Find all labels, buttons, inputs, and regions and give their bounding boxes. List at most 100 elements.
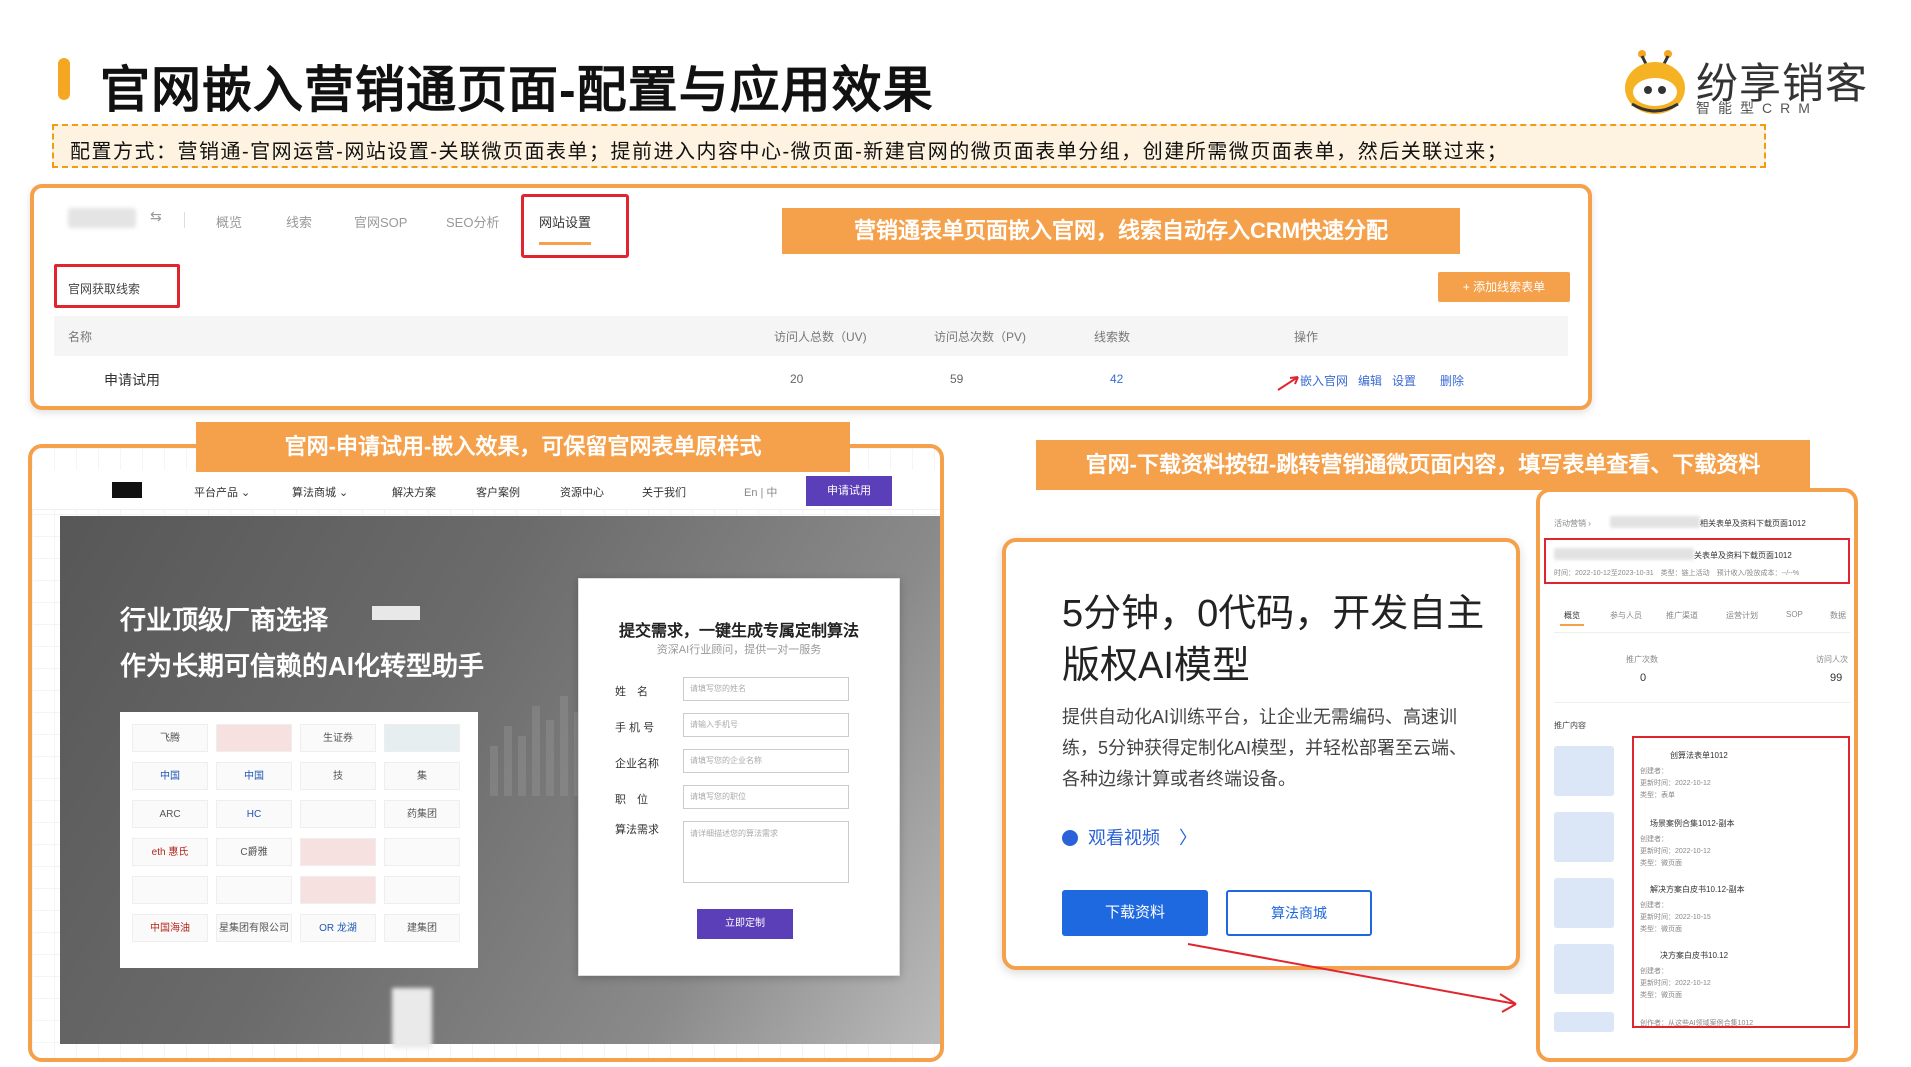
tab-overview[interactable]: 概览 (216, 212, 242, 231)
chevron-right-icon: 〉 (1179, 828, 1198, 848)
divider (1554, 702, 1850, 703)
blurred-site-name (68, 208, 136, 228)
tab-sop[interactable]: SOP (1786, 610, 1803, 619)
breadcrumb: 活动营销 › (1554, 519, 1591, 528)
company-input[interactable]: 请填写您的企业名称 (683, 749, 849, 773)
tab-participants[interactable]: 参与人员 (1610, 610, 1642, 621)
customer-logo (384, 876, 460, 904)
submit-custom-button[interactable]: 立即定制 (697, 909, 793, 939)
customer-logo (300, 800, 376, 828)
customer-logo: 中国海油 (132, 914, 208, 942)
nav-algorithm-store[interactable]: 算法商城 ⌄ (292, 484, 348, 500)
card-title-line2: 版权AI模型 (1062, 645, 1250, 687)
hero-headline-line2: 作为长期可信赖的AI化转型助手 (120, 651, 485, 681)
content-thumbnail (1554, 878, 1614, 928)
customer-logo: 技 (300, 762, 376, 790)
page-title: 相关表单及资料下载页面1012 (1700, 519, 1806, 528)
column-header-actions: 操作 (1294, 330, 1319, 344)
website-embed-panel: 平台产品 ⌄ 算法商城 ⌄ 解决方案 客户案例 资源中心 关于我们 En | 中… (28, 444, 944, 1062)
column-header-name: 名称 (68, 330, 93, 344)
customer-logo: 中国 (132, 762, 208, 790)
card-title-line1: 5分钟，0代码，开发自主 (1062, 593, 1485, 635)
stat-promotions-label: 推广次数 (1626, 655, 1658, 664)
delete-link[interactable]: 删除 (1440, 372, 1464, 389)
form-subtitle: 资深AI行业顾问，提供一对一服务 (656, 644, 822, 656)
page-title: 官网嵌入营销通页面-配置与应用效果 (100, 62, 934, 118)
position-input[interactable]: 请填写您的职位 (683, 785, 849, 809)
panel2-banner: 官网-申请试用-嵌入效果，可保留官网表单原样式 (196, 422, 850, 472)
customer-logo: 生证券 (300, 724, 376, 752)
title-accent-bar (58, 58, 70, 100)
customer-logo: 飞腾 (132, 724, 208, 752)
watch-video-label: 观看视频 (1088, 828, 1160, 848)
active-tab-underline (1560, 624, 1584, 626)
name-input[interactable]: 请填写您的姓名 (683, 677, 849, 701)
content-thumbnail (1554, 944, 1614, 994)
website-logo (112, 482, 142, 498)
red-arrow-icon (1277, 376, 1299, 391)
row-leads: 42 (1110, 372, 1124, 386)
customer-logo: 药集团 (384, 800, 460, 828)
customer-logo: 集 (384, 762, 460, 790)
language-switch[interactable]: En | 中 (744, 484, 777, 500)
tab-leads[interactable]: 线索 (286, 212, 312, 231)
stat-visits-label: 访问人次 (1816, 655, 1848, 664)
customer-logos-wall: 飞腾 生证券 中国 中国 技 集 ARC HC 药集团 eth 惠氏 C爵雅 中… (120, 712, 478, 968)
algorithm-need-label: 算法需求 (615, 824, 659, 836)
tab-data[interactable]: 数据 (1830, 610, 1846, 621)
hero-headline-line1: 行业顶级厂商选择 (120, 605, 329, 635)
customer-logo (384, 838, 460, 866)
customer-logo: 中国 (216, 762, 292, 790)
swap-icon[interactable]: ⇆ (150, 208, 162, 225)
nav-about-us[interactable]: 关于我们 (642, 484, 686, 500)
row-pv: 59 (950, 372, 964, 386)
panel1-banner: 营销通表单页面嵌入官网，线索自动存入CRM快速分配 (782, 208, 1460, 254)
nav-resource-center[interactable]: 资源中心 (560, 484, 604, 500)
brand-tagline: 智能型CRM (1696, 100, 1818, 116)
column-header-pv: 访问总次数（PV) (934, 330, 1027, 344)
add-lead-form-button[interactable]: + 添加线索表单 (1438, 272, 1570, 302)
phone-input[interactable]: 请输入手机号 (683, 713, 849, 737)
brand-logo: 纷享销客 智能型CRM (1620, 48, 1890, 128)
apply-trial-nav-button[interactable]: 申请试用 (806, 476, 892, 506)
customer-logo (300, 876, 376, 904)
embed-website-link[interactable]: 嵌入官网 (1300, 372, 1348, 389)
blurred-qr-code (392, 988, 432, 1048)
tab-overview[interactable]: 概览 (1564, 610, 1580, 621)
tab-channels[interactable]: 推广渠道 (1666, 610, 1698, 621)
column-header-uv: 访问人总数（UV) (774, 330, 867, 344)
content-thumbnail (1554, 746, 1614, 796)
customer-logo (384, 724, 460, 752)
customer-logo: eth 惠氏 (132, 838, 208, 866)
website-navbar: 平台产品 ⌄ 算法商城 ⌄ 解决方案 客户案例 资源中心 关于我们 En | 中… (32, 470, 940, 510)
customer-logo: 星集团有限公司 (216, 914, 292, 942)
edit-link[interactable]: 编辑 (1358, 372, 1382, 389)
customer-logo (132, 876, 208, 904)
algorithm-store-button[interactable]: 算法商城 (1226, 890, 1372, 936)
nav-solutions[interactable]: 解决方案 (392, 484, 436, 500)
download-materials-button[interactable]: 下载资料 (1062, 890, 1208, 936)
customer-logo: HC (216, 800, 292, 828)
tab-seo-analysis[interactable]: SEO分析 (446, 212, 499, 231)
customer-logo (216, 876, 292, 904)
play-icon (1062, 830, 1078, 846)
customer-logo: OR 龙湖 (300, 914, 376, 942)
content-thumbnail (1554, 812, 1614, 862)
tab-website-sop[interactable]: 官网SOP (354, 212, 407, 231)
config-instructions-text: 配置方式：营销通-官网运营-网站设置-关联微页面表单；提前进入内容中心-微页面-… (70, 141, 1509, 163)
algorithm-need-textarea[interactable]: 请详细描述您的算法需求 (683, 821, 849, 883)
phone-label: 手 机 号 (615, 722, 655, 734)
stat-visits-value: 99 (1830, 672, 1843, 684)
divider (1554, 632, 1850, 633)
marketing-page-panel: 活动营销 › 相关表单及资料下载页面1012 关表单及资料下载页面1012 时间… (1536, 488, 1858, 1062)
nav-customer-cases[interactable]: 客户案例 (476, 484, 520, 500)
bee-mascot-icon (1625, 50, 1685, 114)
name-label: 姓 名 (615, 686, 648, 698)
tab-ops-plan[interactable]: 运营计划 (1726, 610, 1758, 621)
trial-request-form: 提交需求，一键生成专属定制算法 资深AI行业顾问，提供一对一服务 姓 名 请填写… (578, 578, 900, 976)
position-label: 职 位 (615, 794, 648, 806)
watch-video-link[interactable]: 观看视频 〉 (1062, 824, 1197, 850)
nav-platform-products[interactable]: 平台产品 ⌄ (194, 484, 250, 500)
settings-link[interactable]: 设置 (1392, 372, 1416, 389)
panel3-banner: 官网-下载资料按钮-跳转营销通微页面内容，填写表单查看、下载资料 (1036, 440, 1810, 490)
